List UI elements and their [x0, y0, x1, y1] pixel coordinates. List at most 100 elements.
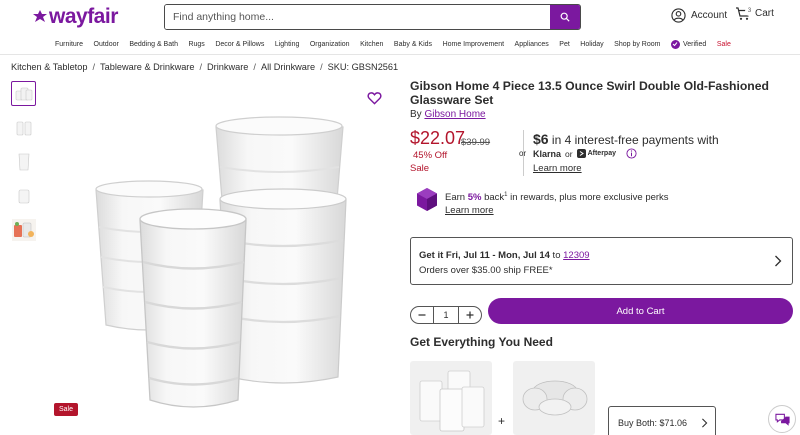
product-price: $22.07: [410, 128, 466, 148]
glass-front-center: [139, 208, 247, 408]
breadcrumb: Kitchen & Tabletop / Tableware & Drinkwa…: [11, 62, 398, 72]
verified-icon: [670, 39, 680, 49]
category-nav: Furniture Outdoor Bedding & Bath Rugs De…: [0, 34, 800, 55]
delivery-to: to: [549, 250, 564, 261]
bundle-item-glassware[interactable]: [410, 361, 492, 435]
delivery-date-range: Get it Fri, Jul 11 - Mon, Jul 14: [419, 250, 550, 261]
bundle-dinnerware-image: [522, 380, 588, 416]
chat-button[interactable]: [768, 405, 796, 433]
financing-offer: $6 in 4 interest-free payments with: [533, 131, 719, 147]
image-sale-tag: Sale: [54, 403, 79, 416]
brand-by-label: By: [410, 109, 422, 120]
delivery-info-box[interactable]: Get it Fri, Jul 11 - Mon, Jul 14 to 1230…: [410, 237, 793, 285]
financing-or2: or: [565, 148, 573, 159]
quantity-increase-button[interactable]: [459, 307, 481, 323]
nav-item-home-improvement[interactable]: Home Improvement: [443, 41, 504, 48]
product-title: Gibson Home 4 Piece 13.5 Ounce Swirl Dou…: [410, 79, 769, 107]
chat-icon: [774, 413, 790, 426]
afterpay-icon: [576, 149, 586, 158]
afterpay-label: Afterpay: [587, 150, 616, 157]
thumbnail-1[interactable]: [11, 81, 36, 106]
nav-item-furniture[interactable]: Furniture: [55, 41, 83, 48]
rewards-percent: 5%: [467, 192, 482, 204]
nav-item-kitchen[interactable]: Kitchen: [360, 41, 383, 48]
rewards-rest: in rewards, plus more exclusive perks: [507, 192, 669, 204]
rewards-learn-more-link[interactable]: Learn more: [445, 205, 494, 216]
cart-label: Cart: [755, 8, 774, 19]
nav-item-organization[interactable]: Organization: [310, 41, 350, 48]
quantity-stepper: 1: [410, 306, 482, 324]
rewards-prefix: Earn: [445, 192, 468, 204]
breadcrumb-separator: /: [199, 62, 203, 72]
search-input[interactable]: [165, 5, 550, 29]
breadcrumb-sku: SKU: GBSN2561: [327, 62, 399, 72]
quantity-value[interactable]: 1: [433, 307, 459, 323]
chevron-right-icon: [702, 418, 708, 428]
rewards-cube-icon: [416, 187, 438, 217]
nav-item-holiday[interactable]: Holiday: [580, 41, 603, 48]
breadcrumb-separator: /: [92, 62, 96, 72]
nav-item-bedding-bath[interactable]: Bedding & Bath: [129, 41, 178, 48]
discount-label: 45% Off: [413, 150, 448, 161]
account-icon: [671, 8, 686, 23]
account-button[interactable]: Account: [671, 8, 727, 23]
header: wayfair Account 3 Cart: [0, 0, 800, 34]
search-icon: [560, 12, 570, 22]
brand-link[interactable]: Gibson Home: [424, 109, 485, 120]
single-glass-thumbnail-image: [18, 189, 29, 203]
breadcrumb-tableware-drinkware[interactable]: Tableware & Drinkware: [100, 62, 194, 72]
delivery-date: Get it Fri, Jul 11 - Mon, Jul 14 to 1230…: [419, 250, 590, 261]
klarna-logo: Klarna: [533, 148, 562, 159]
nav-item-shop-by-room[interactable]: Shop by Room: [614, 41, 660, 48]
wishlist-heart-button[interactable]: [367, 91, 382, 110]
breadcrumb-separator: /: [253, 62, 256, 72]
nav-item-appliances[interactable]: Appliances: [515, 41, 549, 48]
thumbnail-2[interactable]: [11, 115, 36, 140]
quantity-decrease-button[interactable]: [411, 307, 433, 323]
bundle-heading: Get Everything You Need: [410, 335, 553, 349]
bundle-item-dinnerware[interactable]: [513, 361, 595, 435]
free-shipping-note: Orders over $35.00 ship FREE*: [419, 265, 553, 276]
nav-item-verified[interactable]: Verified: [670, 39, 706, 49]
account-label: Account: [691, 10, 728, 21]
buy-both-label: Buy Both: $71.06: [618, 418, 688, 428]
breadcrumb-separator: /: [320, 62, 323, 72]
breadcrumb-all-drinkware[interactable]: All Drinkware: [261, 62, 315, 72]
info-icon[interactable]: [626, 148, 637, 159]
plus-icon: [466, 311, 474, 319]
delivery-zip-link[interactable]: 12309: [563, 250, 589, 261]
afterpay-logo: Afterpay: [576, 149, 616, 158]
rewards-back: back: [481, 192, 505, 204]
bundle-plus-sign: +: [498, 414, 506, 428]
search-button[interactable]: [550, 5, 580, 29]
thumbnail-list: [11, 81, 37, 251]
nav-item-lighting[interactable]: Lighting: [275, 41, 300, 48]
nav-item-rugs[interactable]: Rugs: [188, 41, 204, 48]
wayfair-logo-icon: [33, 10, 47, 22]
cart-button[interactable]: 3 Cart: [735, 6, 774, 21]
thumbnail-4[interactable]: [11, 183, 36, 208]
product-main-image[interactable]: [48, 82, 392, 435]
product-brand: By Gibson Home: [410, 109, 486, 120]
nav-item-baby-kids[interactable]: Baby & Kids: [394, 41, 432, 48]
sale-label: Sale: [410, 163, 430, 174]
rewards-text: Earn 5% back1 in rewards, plus more excl…: [445, 189, 775, 217]
minus-icon: [418, 314, 426, 316]
nav-item-outdoor[interactable]: Outdoor: [94, 41, 119, 48]
lifestyle-thumbnail-image: [11, 218, 36, 241]
financing-learn-more-link[interactable]: Learn more: [533, 163, 582, 174]
thumbnail-5[interactable]: [11, 217, 36, 242]
nav-item-sale[interactable]: Sale: [717, 41, 731, 48]
heart-icon: [367, 92, 382, 105]
breadcrumb-drinkware[interactable]: Drinkware: [207, 62, 248, 72]
glass-angle-thumbnail-image: [18, 153, 29, 170]
thumbnail-3[interactable]: [11, 149, 36, 174]
breadcrumb-kitchen-tabletop[interactable]: Kitchen & Tabletop: [11, 62, 87, 72]
nav-item-decor-pillows[interactable]: Decor & Pillows: [215, 41, 264, 48]
nav-item-pet[interactable]: Pet: [559, 41, 570, 48]
wayfair-logo[interactable]: wayfair: [32, 5, 118, 29]
glasses-pair-thumbnail-image: [16, 121, 31, 135]
buy-both-button[interactable]: Buy Both: $71.06: [608, 406, 716, 435]
search-bar: [164, 4, 581, 30]
add-to-cart-button[interactable]: Add to Cart: [488, 298, 793, 324]
